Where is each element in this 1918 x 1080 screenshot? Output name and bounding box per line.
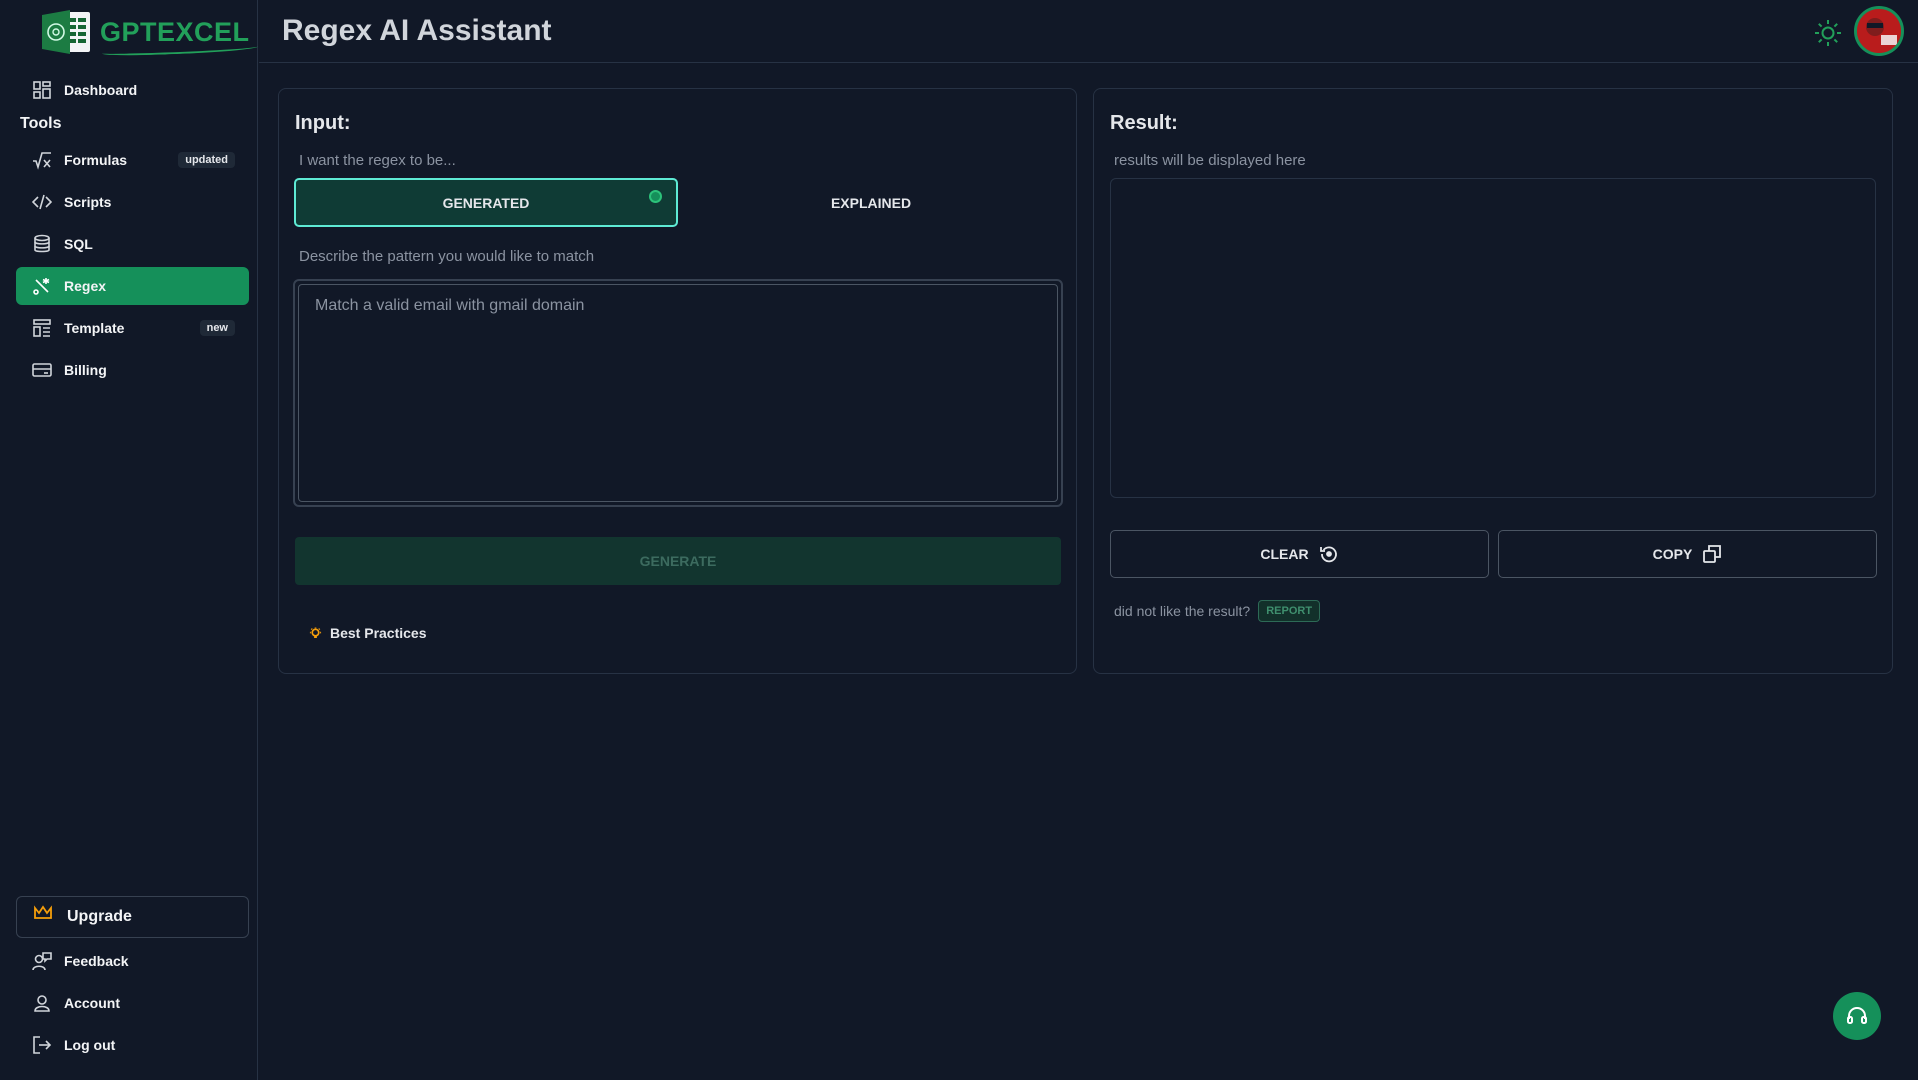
- upgrade-button[interactable]: Upgrade: [16, 896, 249, 938]
- mode-label: I want the regex to be...: [299, 152, 456, 169]
- sidebar-item-label: Regex: [64, 278, 107, 294]
- sidebar-item-scripts[interactable]: Scripts: [16, 183, 249, 221]
- result-heading: Result:: [1110, 112, 1178, 134]
- sidebar-item-label: Log out: [64, 1037, 116, 1053]
- copy-label: COPY: [1652, 546, 1693, 562]
- generated-mode-label: GENERATED: [442, 194, 530, 211]
- credit-card-icon: [32, 363, 52, 377]
- sidebar-item-logout[interactable]: Log out: [16, 1026, 249, 1064]
- clear-button[interactable]: CLEAR: [1110, 530, 1489, 578]
- regex-icon: [33, 278, 50, 295]
- formula-icon: [33, 152, 51, 170]
- excel-logo-icon: [40, 9, 92, 55]
- feedback-line: did not like the result? REPORT: [1114, 600, 1321, 622]
- sidebar-item-template[interactable]: Template new: [16, 309, 249, 347]
- sidebar-item-label: Template: [64, 320, 125, 336]
- logo-text: GPTEXCEL: [100, 16, 250, 47]
- app-logo[interactable]: GPTEXCEL: [40, 8, 250, 56]
- sun-icon: [1815, 20, 1841, 46]
- logout-icon: [33, 1036, 52, 1054]
- upgrade-label: Upgrade: [67, 908, 132, 925]
- lightbulb-icon: [309, 626, 322, 638]
- code-icon: [32, 194, 52, 210]
- sidebar-item-label: Dashboard: [64, 82, 138, 98]
- pattern-textarea[interactable]: [298, 284, 1058, 502]
- feedback-prompt: did not like the result?: [1114, 603, 1251, 619]
- best-practices-label: Best Practices: [330, 625, 427, 641]
- page-title: Regex AI Assistant: [282, 14, 552, 47]
- result-placeholder-label: results will be displayed here: [1114, 152, 1306, 169]
- sidebar-item-feedback[interactable]: Feedback: [16, 942, 249, 980]
- sidebar-item-label: Feedback: [64, 953, 129, 969]
- generated-mode-button[interactable]: GENERATED: [294, 178, 678, 227]
- best-practices-link[interactable]: Best Practices: [309, 625, 427, 641]
- tools-heading: Tools: [20, 115, 62, 132]
- copy-icon: [1703, 545, 1722, 563]
- generate-button[interactable]: GENERATE: [295, 537, 1061, 585]
- copy-button[interactable]: COPY: [1498, 530, 1877, 578]
- sidebar-item-label: Billing: [64, 362, 107, 378]
- pattern-textarea-wrapper: [293, 279, 1063, 507]
- feedback-icon: [32, 952, 52, 971]
- sidebar-item-label: Formulas: [64, 152, 128, 168]
- sidebar-item-label: SQL: [64, 236, 93, 252]
- report-button[interactable]: REPORT: [1258, 600, 1321, 622]
- avatar-image: [1857, 9, 1901, 53]
- sidebar-item-billing[interactable]: Billing: [16, 351, 249, 389]
- sidebar-item-regex[interactable]: Regex: [16, 267, 249, 305]
- theme-toggle-button[interactable]: [1814, 19, 1842, 47]
- user-avatar[interactable]: [1854, 6, 1904, 56]
- sidebar-item-sql[interactable]: SQL: [16, 225, 249, 263]
- headset-icon: [1847, 1007, 1867, 1024]
- user-icon: [34, 995, 50, 1012]
- sidebar-item-account[interactable]: Account: [16, 984, 249, 1022]
- sidebar-item-dashboard[interactable]: Dashboard: [16, 71, 249, 109]
- sidebar-item-label: Scripts: [64, 194, 112, 210]
- sidebar-item-formulas[interactable]: Formulas updated: [16, 141, 249, 179]
- updated-badge: updated: [178, 152, 235, 168]
- result-panel: Result: results will be displayed here C…: [1093, 88, 1893, 674]
- explained-mode-label: EXPLAINED: [830, 194, 912, 211]
- template-icon: [33, 319, 51, 337]
- pattern-label: Describe the pattern you would like to m…: [299, 248, 595, 265]
- input-panel: Input: I want the regex to be... GENERAT…: [278, 88, 1077, 674]
- new-badge: new: [199, 320, 235, 336]
- crown-icon: [34, 905, 52, 919]
- result-output-box[interactable]: [1110, 178, 1876, 498]
- dashboard-icon: [33, 81, 51, 99]
- input-heading: Input:: [295, 112, 351, 134]
- top-header: Regex AI Assistant: [259, 0, 1918, 63]
- reset-icon: [1319, 546, 1337, 563]
- check-circle-icon: [649, 190, 662, 203]
- sidebar: GPTEXCEL Dashboard Tools Formulas update…: [0, 0, 258, 1080]
- clear-label: CLEAR: [1260, 546, 1309, 562]
- sidebar-item-label: Account: [64, 995, 120, 1011]
- database-icon: [34, 234, 50, 253]
- explained-mode-button[interactable]: EXPLAINED: [679, 178, 1063, 227]
- support-chat-button[interactable]: [1833, 992, 1881, 1040]
